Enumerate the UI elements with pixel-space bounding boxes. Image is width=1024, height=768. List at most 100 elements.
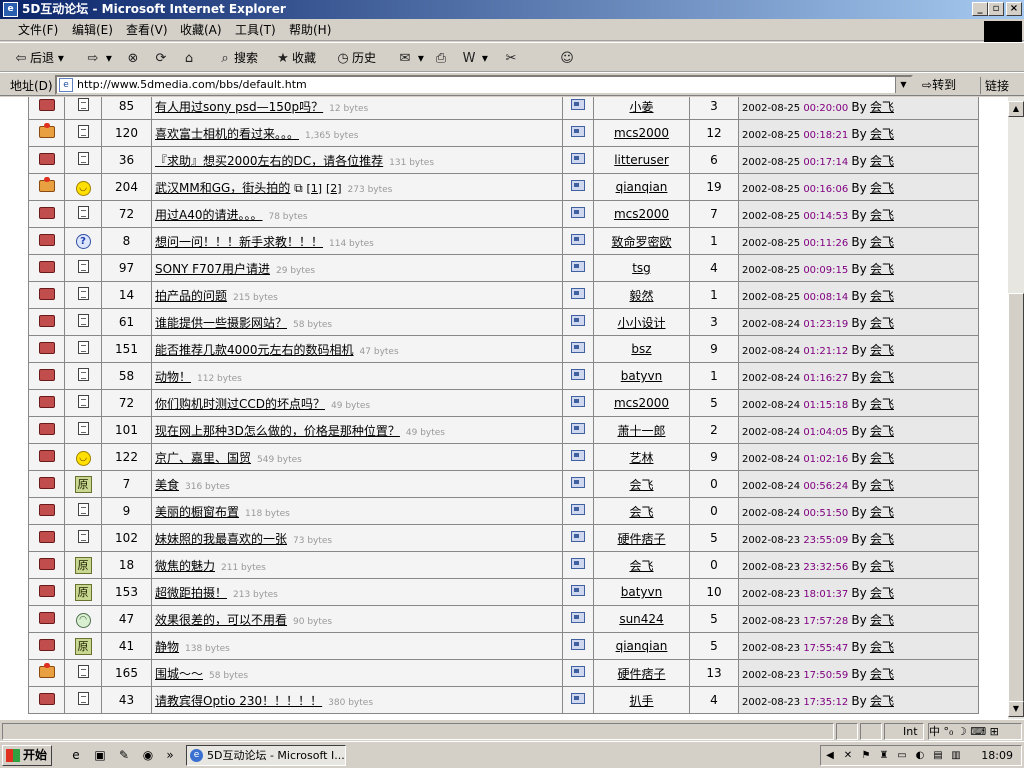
messenger-button[interactable]: ☺ bbox=[558, 47, 576, 69]
search-button[interactable]: ⌕ 搜索 bbox=[216, 47, 258, 69]
profile-icon[interactable] bbox=[571, 261, 585, 272]
profile-icon[interactable] bbox=[571, 153, 585, 164]
topic-link[interactable]: 武汉MM和GG，街头拍的 bbox=[155, 181, 290, 195]
profile-icon[interactable] bbox=[571, 531, 585, 542]
last-poster-link[interactable]: 会飞 bbox=[870, 397, 894, 411]
profile-icon[interactable] bbox=[571, 585, 585, 596]
last-poster-link[interactable]: 会飞 bbox=[870, 478, 894, 492]
last-poster-link[interactable]: 会飞 bbox=[870, 235, 894, 249]
last-poster-link[interactable]: 会飞 bbox=[870, 451, 894, 465]
topic-link[interactable]: 京广、嘉里、国贸 bbox=[155, 451, 251, 465]
volume-icon[interactable]: ◀ bbox=[823, 748, 837, 763]
last-poster-link[interactable]: 会飞 bbox=[870, 640, 894, 654]
refresh-button[interactable]: ⟳ bbox=[152, 47, 170, 69]
scroll-up-icon[interactable]: ▲ bbox=[1008, 101, 1024, 117]
desktop-quicklaunch-icon[interactable]: ▣ bbox=[92, 747, 108, 763]
profile-icon[interactable] bbox=[571, 558, 585, 569]
more-quicklaunch-icon[interactable]: » bbox=[162, 747, 178, 763]
mail-button[interactable]: ✉ ▾ bbox=[396, 47, 424, 69]
profile-icon[interactable] bbox=[571, 504, 585, 515]
topic-link[interactable]: 静物 bbox=[155, 640, 179, 654]
topic-link[interactable]: 谁能提供一些摄影网站？ bbox=[155, 316, 287, 330]
last-poster-link[interactable]: 会飞 bbox=[870, 694, 894, 708]
last-poster-link[interactable]: 会飞 bbox=[870, 613, 894, 627]
topic-link[interactable]: 围城～～ bbox=[155, 667, 203, 681]
profile-icon[interactable] bbox=[571, 423, 585, 434]
author-link[interactable]: bsz bbox=[631, 342, 651, 356]
author-link[interactable]: batyvn bbox=[621, 369, 662, 383]
topic-link[interactable]: 微焦的魅力 bbox=[155, 559, 215, 573]
close-button[interactable]: × bbox=[1006, 2, 1022, 16]
last-poster-link[interactable]: 会飞 bbox=[870, 154, 894, 168]
network-icon[interactable]: ⚑ bbox=[859, 748, 873, 763]
home-button[interactable]: ⌂ bbox=[180, 47, 198, 69]
menu-file[interactable]: 文件(F) bbox=[18, 22, 58, 38]
profile-icon[interactable] bbox=[571, 126, 585, 137]
menu-view[interactable]: 查看(V) bbox=[126, 22, 168, 38]
topic-link[interactable]: 『求助』想买2000左右的DC，请各位推荐 bbox=[155, 154, 383, 168]
author-link[interactable]: 艺林 bbox=[629, 451, 653, 465]
last-poster-link[interactable]: 会飞 bbox=[870, 100, 894, 114]
author-link[interactable]: 会飞 bbox=[629, 559, 653, 573]
tray-app-icon[interactable]: ▥ bbox=[949, 748, 963, 763]
profile-icon[interactable] bbox=[571, 477, 585, 488]
last-poster-link[interactable]: 会飞 bbox=[870, 586, 894, 600]
minimize-button[interactable]: _ bbox=[972, 2, 988, 16]
vertical-scrollbar[interactable]: ▲ ▼ bbox=[1008, 97, 1024, 719]
history-button[interactable]: ◷ 历史 bbox=[334, 47, 376, 69]
author-link[interactable]: mcs2000 bbox=[614, 396, 669, 410]
author-link[interactable]: qianqian bbox=[616, 180, 668, 194]
tray-app-icon[interactable]: ◐ bbox=[913, 748, 927, 763]
topic-link[interactable]: 能否推荐几款4000元左右的数码相机 bbox=[155, 343, 354, 357]
topic-link[interactable]: 请教宾得Optio 230！！！！！ bbox=[155, 694, 322, 708]
author-link[interactable]: 小小设计 bbox=[617, 316, 665, 330]
topic-link[interactable]: 现在网上那种3D怎么做的，价格是那种位置？ bbox=[155, 424, 400, 438]
discuss-button[interactable]: ✂ bbox=[502, 47, 520, 69]
profile-icon[interactable] bbox=[571, 666, 585, 677]
topic-link[interactable]: 美丽的橱窗布置 bbox=[155, 505, 239, 519]
print-button[interactable]: ⎙ bbox=[432, 47, 450, 69]
edit-button[interactable]: W ▾ bbox=[460, 47, 488, 69]
address-dropdown-icon[interactable]: ▼ bbox=[895, 77, 911, 93]
author-link[interactable]: sun424 bbox=[619, 612, 663, 626]
topic-link[interactable]: 拍产品的问题 bbox=[155, 289, 227, 303]
author-link[interactable]: 扒手 bbox=[629, 694, 653, 708]
last-poster-link[interactable]: 会飞 bbox=[870, 316, 894, 330]
forward-button[interactable]: ⇨ ▾ bbox=[84, 47, 112, 69]
last-poster-link[interactable]: 会飞 bbox=[870, 559, 894, 573]
menu-edit[interactable]: 编辑(E) bbox=[72, 22, 113, 38]
topic-link[interactable]: 美食 bbox=[155, 478, 179, 492]
topic-link[interactable]: 喜欢富士相机的看过来。。。 bbox=[155, 127, 299, 141]
tray-app-icon[interactable]: ▤ bbox=[931, 748, 945, 763]
author-link[interactable]: 硬件痞子 bbox=[617, 667, 665, 681]
last-poster-link[interactable]: 会飞 bbox=[870, 370, 894, 384]
back-button[interactable]: ⇦ 后退 ▾ bbox=[12, 47, 64, 69]
stop-button[interactable]: ⊗ bbox=[124, 47, 142, 69]
profile-icon[interactable] bbox=[571, 639, 585, 650]
profile-icon[interactable] bbox=[571, 207, 585, 218]
scroll-thumb[interactable] bbox=[1008, 293, 1024, 703]
page-link[interactable]: [1] bbox=[307, 182, 323, 195]
author-link[interactable]: mcs2000 bbox=[614, 207, 669, 221]
topic-link[interactable]: 效果很差的，可以不用看 bbox=[155, 613, 287, 627]
start-button[interactable]: 开始 bbox=[2, 745, 52, 766]
profile-icon[interactable] bbox=[571, 234, 585, 245]
topic-link[interactable]: 想问一问！！！新手求教！！！ bbox=[155, 235, 323, 249]
last-poster-link[interactable]: 会飞 bbox=[870, 343, 894, 357]
topic-link[interactable]: 你们购机时测过CCD的坏点吗？ bbox=[155, 397, 325, 411]
app-quicklaunch-icon[interactable]: ◉ bbox=[140, 747, 156, 763]
last-poster-link[interactable]: 会飞 bbox=[870, 181, 894, 195]
profile-icon[interactable] bbox=[571, 612, 585, 623]
scroll-down-icon[interactable]: ▼ bbox=[1008, 701, 1024, 717]
profile-icon[interactable] bbox=[571, 180, 585, 191]
profile-icon[interactable] bbox=[571, 315, 585, 326]
menu-favorites[interactable]: 收藏(A) bbox=[180, 22, 222, 38]
page-link[interactable]: [2] bbox=[326, 182, 342, 195]
profile-icon[interactable] bbox=[571, 288, 585, 299]
author-link[interactable]: mcs2000 bbox=[614, 126, 669, 140]
maximize-button[interactable]: ▫ bbox=[988, 2, 1004, 16]
links-button[interactable]: 链接 bbox=[980, 77, 1009, 94]
menu-tools[interactable]: 工具(T) bbox=[235, 22, 276, 38]
profile-icon[interactable] bbox=[571, 693, 585, 704]
profile-icon[interactable] bbox=[571, 99, 585, 110]
